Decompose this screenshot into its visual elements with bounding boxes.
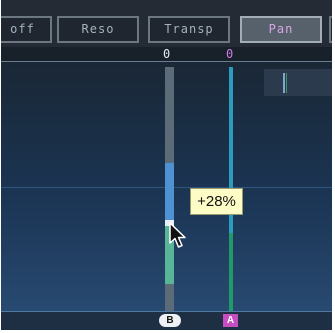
marker-a-badge[interactable]: A — [223, 314, 238, 327]
overview-marker — [286, 73, 287, 93]
reso-button[interactable]: Reso — [57, 16, 139, 43]
overview-strip[interactable] — [264, 69, 332, 96]
marker-a-value-line — [229, 233, 233, 311]
transp-button[interactable]: Transp — [148, 16, 230, 43]
off-button[interactable]: off — [1, 16, 52, 43]
editor-panel: off Reso Transp Pan 0 0 +28% B A — [1, 0, 332, 330]
pan-button[interactable]: Pan — [240, 16, 322, 43]
value-tooltip: +28% — [190, 188, 243, 215]
arrow-cursor-icon — [169, 222, 186, 248]
next-button[interactable] — [329, 16, 332, 43]
marker-a-label: 0 — [226, 47, 234, 61]
ruler: 0 0 — [1, 47, 332, 62]
marker-b-badge[interactable]: B — [159, 314, 181, 327]
toolbar: off Reso Transp Pan — [1, 0, 332, 47]
overview-marker — [283, 73, 285, 93]
pan-range-upper-segment[interactable] — [165, 163, 174, 220]
marker-b-label: 0 — [163, 47, 171, 61]
